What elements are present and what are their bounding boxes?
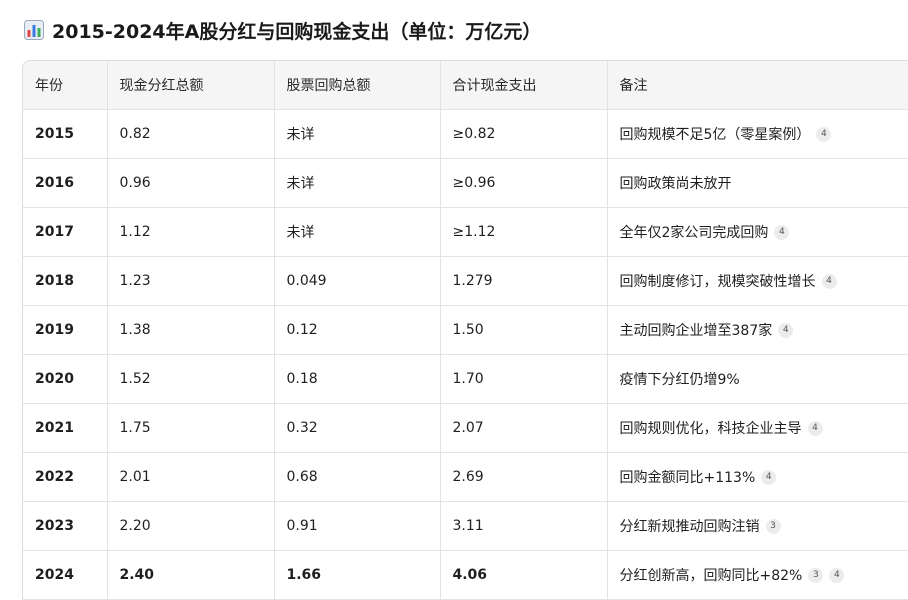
year-cell: 2015	[23, 109, 108, 159]
buyback-cell: 未详	[274, 158, 441, 208]
note-text: 回购规模不足5亿（零星案例）	[619, 127, 811, 143]
buyback-cell: 未详	[274, 207, 441, 257]
data-table-container: 年份 现金分红总额 股票回购总额 合计现金支出 备注 2015 0.82 未详 ≥0.…	[22, 60, 908, 600]
year-cell: 2021	[23, 403, 108, 453]
buyback-cell: 未详	[274, 109, 441, 159]
year-cell: 2016	[23, 158, 108, 208]
dividend-cell: 1.12	[107, 207, 275, 257]
note-text: 分红新规推动回购注销	[619, 519, 760, 535]
table-row: 2022 2.01 0.68 2.69 回购金额同比+113% 4	[23, 452, 908, 502]
year-cell: 2017	[23, 207, 108, 257]
table-header-row: 年份 现金分红总额 股票回购总额 合计现金支出 备注	[23, 61, 908, 110]
citation-badge[interactable]: 4	[778, 322, 794, 338]
citation-badge[interactable]: 3	[765, 518, 781, 534]
total-cell: 3.11	[440, 501, 608, 551]
table-row: 2018 1.23 0.049 1.279 回购制度修订，规模突破性增长 4	[23, 256, 908, 306]
bar-chart-icon	[24, 20, 44, 40]
dividend-cell: 2.40	[107, 550, 275, 600]
note-cell: 回购政策尚未放开	[607, 158, 908, 208]
note-text: 回购规则优化，科技企业主导	[619, 421, 802, 437]
year-cell: 2019	[23, 305, 108, 355]
note-cell: 全年仅2家公司完成回购 4	[607, 207, 908, 257]
header-total: 合计现金支出	[440, 61, 608, 110]
dividend-cell: 0.82	[107, 109, 275, 159]
citation-badge[interactable]: 4	[816, 126, 832, 142]
data-table: 年份 现金分红总额 股票回购总额 合计现金支出 备注 2015 0.82 未详 ≥0.…	[23, 61, 908, 600]
dividend-cell: 0.96	[107, 158, 275, 208]
dividend-cell: 1.38	[107, 305, 275, 355]
total-cell: ≥1.12	[440, 207, 608, 257]
year-cell: 2022	[23, 452, 108, 502]
note-cell: 回购制度修订，规模突破性增长 4	[607, 256, 908, 306]
table-row: 2024 2.40 1.66 4.06 分红创新高，回购同比+82% 3 4	[23, 550, 908, 600]
buyback-cell: 0.68	[274, 452, 441, 502]
total-cell: 1.70	[440, 354, 608, 404]
buyback-cell: 0.049	[274, 256, 441, 306]
page-title-text: 2015-2024年A股分红与回购现金支出（单位：万亿元）	[52, 20, 542, 43]
table-row: 2023 2.20 0.91 3.11 分红新规推动回购注销 3	[23, 501, 908, 551]
citation-badge[interactable]: 4	[829, 567, 845, 583]
table-row: 2017 1.12 未详 ≥1.12 全年仅2家公司完成回购 4	[23, 207, 908, 257]
table-row: 2016 0.96 未详 ≥0.96 回购政策尚未放开	[23, 158, 908, 208]
total-cell: 2.07	[440, 403, 608, 453]
buyback-cell: 1.66	[274, 550, 441, 600]
note-text: 全年仅2家公司完成回购	[619, 225, 769, 241]
header-year: 年份	[23, 61, 108, 110]
buyback-cell: 0.32	[274, 403, 441, 453]
note-text: 疫情下分红仍增9%	[619, 372, 740, 388]
dividend-cell: 1.75	[107, 403, 275, 453]
header-dividend: 现金分红总额	[107, 61, 275, 110]
dividend-cell: 2.01	[107, 452, 275, 502]
buyback-cell: 0.91	[274, 501, 441, 551]
year-cell: 2024	[23, 550, 108, 600]
table-row: 2015 0.82 未详 ≥0.82 回购规模不足5亿（零星案例） 4	[23, 109, 908, 159]
total-cell: ≥0.82	[440, 109, 608, 159]
note-text: 回购金额同比+113%	[619, 470, 756, 486]
total-cell: 2.69	[440, 452, 608, 502]
dividend-cell: 1.52	[107, 354, 275, 404]
buyback-cell: 0.12	[274, 305, 441, 355]
citation-badge[interactable]: 3	[808, 567, 824, 583]
total-cell: ≥0.96	[440, 158, 608, 208]
dividend-cell: 1.23	[107, 256, 275, 306]
total-cell: 4.06	[440, 550, 608, 600]
year-cell: 2018	[23, 256, 108, 306]
table-body: 2015 0.82 未详 ≥0.82 回购规模不足5亿（零星案例） 4 2016 0.96 未详…	[23, 109, 908, 600]
note-text: 主动回购企业增至387家	[619, 323, 773, 339]
buyback-cell: 0.18	[274, 354, 441, 404]
note-cell: 分红创新高，回购同比+82% 3 4	[607, 550, 908, 600]
citation-badge[interactable]: 4	[821, 273, 837, 289]
citation-badge[interactable]: 4	[774, 224, 790, 240]
header-buyback: 股票回购总额	[274, 61, 441, 110]
note-text: 分红创新高，回购同比+82%	[619, 568, 803, 584]
dividend-cell: 2.20	[107, 501, 275, 551]
note-cell: 主动回购企业增至387家 4	[607, 305, 908, 355]
table-row: 2019 1.38 0.12 1.50 主动回购企业增至387家 4	[23, 305, 908, 355]
note-cell: 回购金额同比+113% 4	[607, 452, 908, 502]
table-row: 2021 1.75 0.32 2.07 回购规则优化，科技企业主导 4	[23, 403, 908, 453]
year-cell: 2023	[23, 501, 108, 551]
note-text: 回购政策尚未放开	[619, 176, 732, 192]
table-row: 2020 1.52 0.18 1.70 疫情下分红仍增9%	[23, 354, 908, 404]
total-cell: 1.279	[440, 256, 608, 306]
header-note: 备注	[607, 61, 908, 110]
citation-badge[interactable]: 4	[807, 420, 823, 436]
page-title: 2015-2024年A股分红与回购现金支出（单位：万亿元）	[24, 16, 541, 44]
note-cell: 回购规则优化，科技企业主导 4	[607, 403, 908, 453]
note-text: 回购制度修订，规模突破性增长	[619, 274, 816, 290]
citation-badge[interactable]: 4	[761, 469, 777, 485]
total-cell: 1.50	[440, 305, 608, 355]
year-cell: 2020	[23, 354, 108, 404]
note-cell: 回购规模不足5亿（零星案例） 4	[607, 109, 908, 159]
note-cell: 分红新规推动回购注销 3	[607, 501, 908, 551]
note-cell: 疫情下分红仍增9%	[607, 354, 908, 404]
